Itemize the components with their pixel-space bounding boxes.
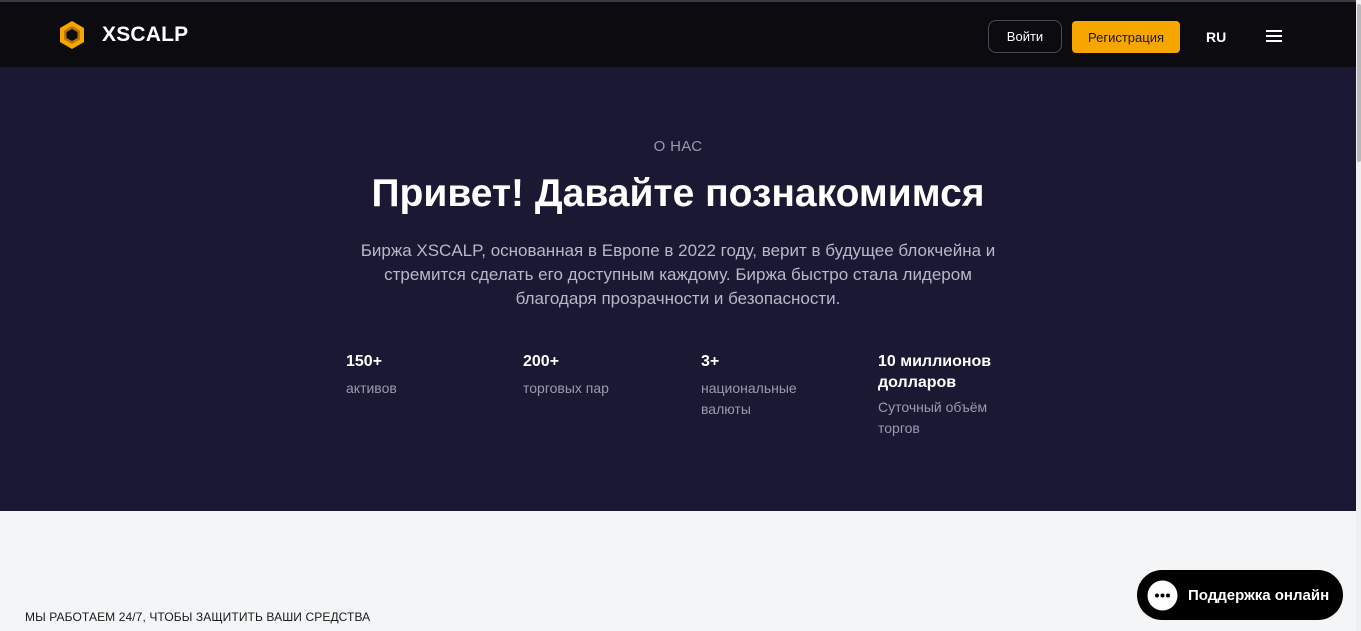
- section-label: О НАС: [653, 138, 703, 155]
- stat-value: 3+: [701, 353, 720, 370]
- about-page: XSCALP Войти Регистрация RU О НАС Привет…: [0, 0, 1361, 631]
- stat-value: 10 миллионов долларов: [878, 353, 992, 391]
- register-button[interactable]: Регистрация: [1072, 21, 1180, 53]
- hexagon-logo-icon[interactable]: [59, 21, 85, 49]
- stat-daily-volume: 10 миллионов долларов Суточный объём тор…: [878, 351, 1018, 439]
- site-header: XSCALP Войти Регистрация RU: [0, 0, 1356, 67]
- stat-label: Суточный объём торгов: [878, 399, 988, 436]
- stat-national-currencies: 3+ национальные валюты: [701, 351, 826, 420]
- hamburger-menu-icon[interactable]: [1266, 30, 1282, 43]
- stat-label: национальные валюты: [701, 380, 797, 417]
- hero-description: Биржа XSCALP, основанная в Европе в 2022…: [360, 241, 996, 308]
- stat-assets: 150+ активов: [346, 351, 506, 399]
- stat-label: активов: [346, 380, 397, 396]
- stat-trading-pairs: 200+ торговых пар: [523, 351, 683, 399]
- login-button[interactable]: Войти: [988, 20, 1062, 53]
- security-heading: МЫ РАБОТАЕМ 24/7, ЧТОБЫ ЗАЩИТИТЬ ВАШИ СР…: [25, 610, 371, 624]
- support-label: Поддержка онлайн: [1188, 586, 1330, 604]
- language-selector[interactable]: RU: [1206, 29, 1226, 45]
- page-title: Привет! Давайте познакомимся: [371, 172, 985, 215]
- stat-value: 150+: [346, 353, 383, 370]
- scrollbar-thumb[interactable]: [1357, 4, 1361, 162]
- support-chat-button[interactable]: Поддержка онлайн: [1137, 570, 1343, 620]
- stat-value: 200+: [523, 353, 560, 370]
- stat-label: торговых пар: [523, 380, 609, 396]
- chat-bubble-icon: [1147, 580, 1178, 610]
- brand-name[interactable]: XSCALP: [102, 23, 188, 47]
- about-hero: О НАС Привет! Давайте познакомимся Биржа…: [0, 67, 1356, 511]
